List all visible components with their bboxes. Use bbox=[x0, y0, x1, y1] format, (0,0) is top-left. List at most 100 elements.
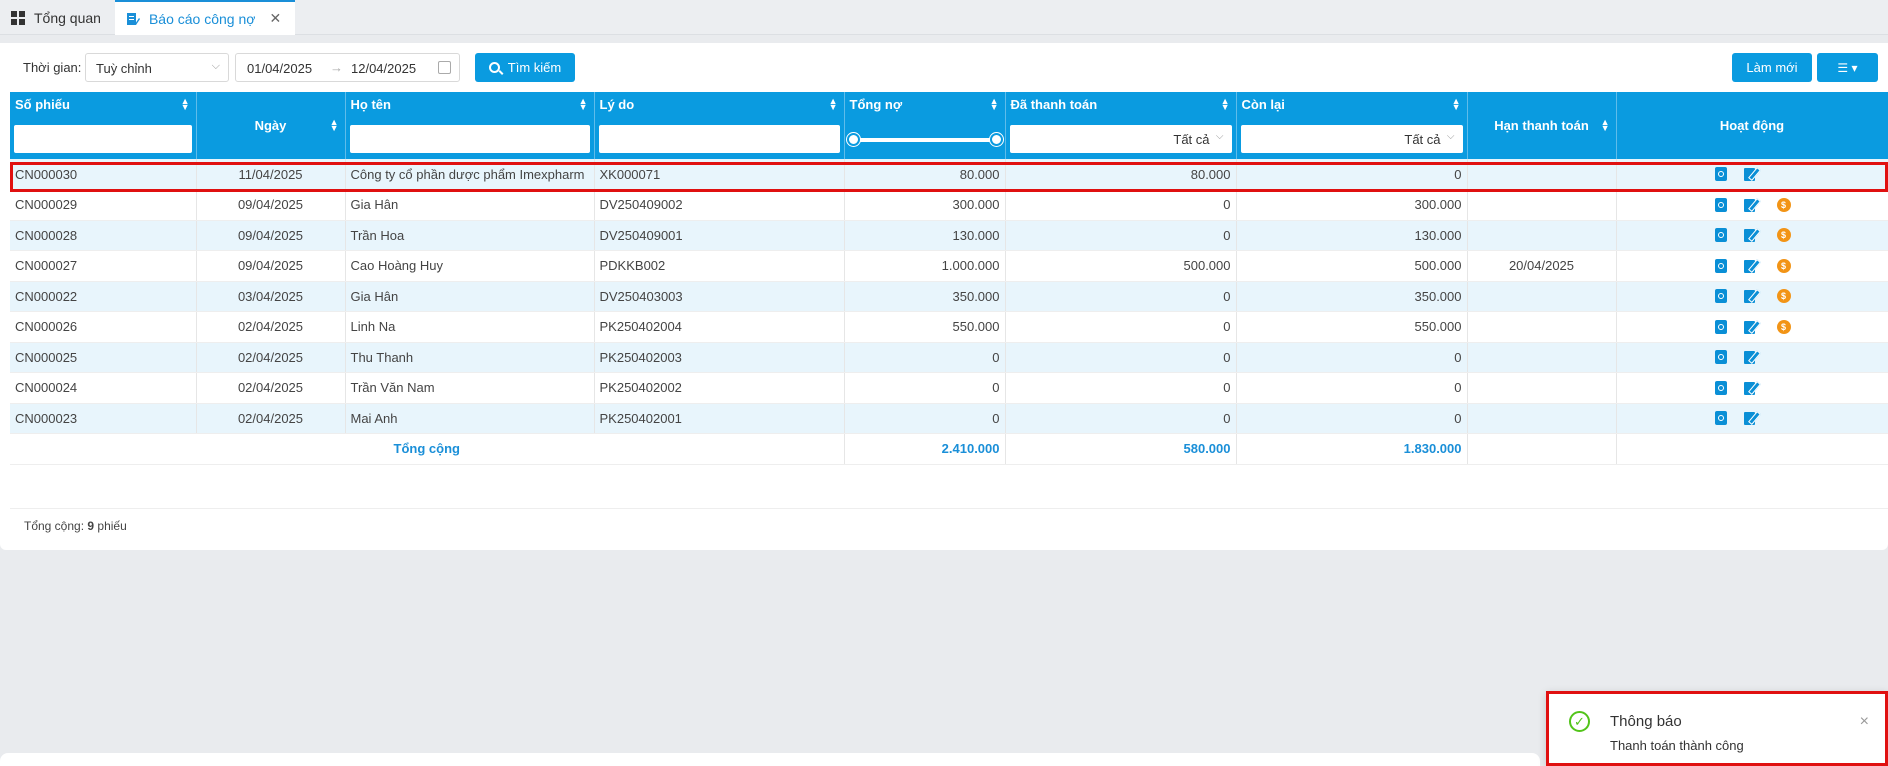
cell-tong-no: 300.000 bbox=[844, 189, 1006, 221]
total-row: Tổng cộng 2.410.000 580.000 1.830.000 bbox=[10, 433, 1888, 465]
col-ho-ten[interactable]: Họ tên ▲ ▼ bbox=[345, 92, 595, 159]
cell-han bbox=[1467, 281, 1617, 312]
close-icon[interactable]: × bbox=[1860, 713, 1869, 731]
search-button[interactable]: Tìm kiếm bbox=[475, 53, 575, 82]
slider-min-handle[interactable] bbox=[846, 133, 860, 146]
table-row[interactable]: CN000022 03/04/2025 Gia Hân DV250403003 350.… bbox=[10, 281, 1888, 312]
refresh-button[interactable]: Làm mới bbox=[1732, 53, 1812, 82]
sort-icon[interactable]: ▲ ▼ bbox=[330, 118, 339, 133]
tong-no-range-slider[interactable] bbox=[846, 133, 1003, 146]
col-tong-no[interactable]: Tổng nợ ▲ ▼ bbox=[844, 92, 1006, 159]
col-hoat-dong-label: Hoạt động bbox=[1719, 118, 1785, 133]
view-detail-icon[interactable] bbox=[1714, 319, 1727, 334]
cell-ngay: 02/04/2025 bbox=[196, 403, 346, 434]
ly-do-filter-input[interactable] bbox=[598, 125, 840, 153]
col-han-thanh-toan[interactable]: Hạn thanh toán ▲ ▼ bbox=[1467, 92, 1617, 159]
list-icon: ☰ bbox=[1837, 60, 1849, 75]
total-label: Tổng cộng bbox=[10, 433, 845, 465]
table-row[interactable]: CN000029 09/04/2025 Gia Hân DV250409002 300.… bbox=[10, 189, 1888, 221]
edit-icon[interactable] bbox=[1743, 289, 1760, 304]
slider-max-handle[interactable] bbox=[989, 133, 1003, 146]
cell-ho-ten: Linh Na bbox=[345, 311, 595, 343]
cell-ngay: 11/04/2025 bbox=[196, 159, 346, 190]
view-detail-icon[interactable] bbox=[1714, 258, 1727, 273]
col-da-thanh-toan[interactable]: Đã thanh toán ▲ ▼ Tất cả ⌵ bbox=[1005, 92, 1237, 159]
col-con-lai[interactable]: Còn lại ▲ ▼ Tất cả ⌵ bbox=[1236, 92, 1468, 159]
view-detail-icon[interactable] bbox=[1714, 380, 1727, 395]
col-han-thanh-toan-label: Hạn thanh toán bbox=[1494, 118, 1589, 133]
edit-icon[interactable] bbox=[1743, 381, 1760, 395]
cell-so-phieu: CN000029 bbox=[10, 189, 197, 221]
table-row[interactable]: CN000025 02/04/2025 Thu Thanh PK250402003 0 0… bbox=[10, 342, 1888, 373]
table-row[interactable]: CN000026 02/04/2025 Linh Na PK250402004 550.… bbox=[10, 311, 1888, 343]
cell-da-thanh-toan: 0 bbox=[1005, 342, 1237, 373]
column-settings-button[interactable]: ☰ ▾ bbox=[1817, 53, 1878, 82]
tab-overview[interactable]: Tổng quan bbox=[0, 0, 115, 35]
debt-table: Số phiếu ▲ ▼ Ngày ▲ ▼ Họ tên ▲ ▼ Lý do ▲ ▼ bbox=[10, 92, 1888, 465]
col-ly-do[interactable]: Lý do ▲ ▼ bbox=[594, 92, 845, 159]
row-actions bbox=[1622, 167, 1883, 181]
cell-actions bbox=[1616, 342, 1888, 373]
report-panel: Thời gian: Tuỳ chỉnh ⌵ 01/04/2025 → 12/0… bbox=[0, 43, 1888, 550]
edit-icon[interactable] bbox=[1743, 167, 1760, 181]
cell-con-lai: 550.000 bbox=[1236, 311, 1468, 343]
edit-icon[interactable] bbox=[1743, 259, 1760, 273]
ho-ten-filter-input[interactable] bbox=[349, 125, 590, 153]
date-from[interactable]: 01/04/2025 bbox=[247, 61, 312, 76]
row-actions bbox=[1622, 350, 1883, 365]
col-ngay[interactable]: Ngày ▲ ▼ bbox=[196, 92, 346, 159]
edit-icon[interactable] bbox=[1743, 228, 1760, 243]
filter-select-value: Tất cả bbox=[1404, 132, 1441, 147]
summary-prefix: Tổng cộng: bbox=[24, 519, 85, 533]
payment-icon[interactable]: $ bbox=[1776, 258, 1791, 273]
so-phieu-filter-input[interactable] bbox=[14, 125, 192, 153]
cell-ly-do: PK250402003 bbox=[594, 342, 845, 373]
payment-icon[interactable]: $ bbox=[1776, 289, 1791, 304]
table-row[interactable]: CN000030 11/04/2025 Công ty cổ phần dược p… bbox=[10, 159, 1888, 190]
sort-icon[interactable]: ▲ ▼ bbox=[181, 97, 190, 112]
sort-icon[interactable]: ▲ ▼ bbox=[579, 97, 588, 112]
payment-icon[interactable]: $ bbox=[1776, 197, 1791, 212]
date-range-picker[interactable]: 01/04/2025 → 12/04/2025 bbox=[235, 53, 460, 82]
cell-da-thanh-toan: 0 bbox=[1005, 372, 1237, 404]
da-thanh-toan-filter-select[interactable]: Tất cả ⌵ bbox=[1009, 125, 1232, 153]
edit-icon[interactable] bbox=[1743, 198, 1760, 212]
view-detail-icon[interactable] bbox=[1714, 411, 1727, 426]
cell-da-thanh-toan: 80.000 bbox=[1005, 159, 1237, 190]
time-select[interactable]: Tuỳ chỉnh ⌵ bbox=[85, 53, 229, 82]
table-row[interactable]: CN000023 02/04/2025 Mai Anh PK250402001 0 0 0 bbox=[10, 403, 1888, 434]
sort-icon[interactable]: ▲ ▼ bbox=[1221, 97, 1230, 112]
edit-icon[interactable] bbox=[1743, 411, 1760, 426]
cell-con-lai: 0 bbox=[1236, 342, 1468, 373]
date-to[interactable]: 12/04/2025 bbox=[351, 61, 416, 76]
con-lai-filter-select[interactable]: Tất cả ⌵ bbox=[1240, 125, 1463, 153]
col-so-phieu[interactable]: Số phiếu ▲ ▼ bbox=[10, 92, 197, 159]
close-icon[interactable]: ✕ bbox=[269, 10, 281, 27]
calendar-icon[interactable] bbox=[438, 61, 451, 74]
table-row[interactable]: CN000024 02/04/2025 Trần Văn Nam PK25040200… bbox=[10, 372, 1888, 404]
view-detail-icon[interactable] bbox=[1714, 167, 1727, 181]
sort-icon[interactable]: ▲ ▼ bbox=[1601, 118, 1610, 133]
edit-icon[interactable] bbox=[1743, 350, 1760, 365]
table-row[interactable]: CN000028 09/04/2025 Trần Hoa DV250409001 130… bbox=[10, 220, 1888, 251]
cell-da-thanh-toan: 500.000 bbox=[1005, 250, 1237, 282]
sort-icon[interactable]: ▲ ▼ bbox=[829, 97, 838, 112]
notification-toast: ✓ Thông báo Thanh toán thành công × bbox=[1546, 691, 1888, 766]
cell-actions: $ bbox=[1616, 189, 1888, 221]
edit-icon[interactable] bbox=[1743, 320, 1760, 334]
row-actions: $ bbox=[1622, 319, 1883, 334]
tab-debt-report[interactable]: Báo cáo công nợ ✕ bbox=[114, 0, 296, 35]
view-detail-icon[interactable] bbox=[1714, 197, 1727, 212]
view-detail-icon[interactable] bbox=[1714, 350, 1727, 365]
cell-da-thanh-toan: 0 bbox=[1005, 189, 1237, 221]
chevron-down-icon: ⌵ bbox=[1446, 131, 1455, 142]
total-empty bbox=[1467, 433, 1617, 465]
table-row[interactable]: CN000027 09/04/2025 Cao Hoàng Huy PDKKB002 1… bbox=[10, 250, 1888, 282]
view-detail-icon[interactable] bbox=[1714, 228, 1727, 243]
view-detail-icon[interactable] bbox=[1714, 289, 1727, 304]
sort-icon[interactable]: ▲ ▼ bbox=[1452, 97, 1461, 112]
payment-icon[interactable]: $ bbox=[1776, 228, 1791, 243]
sort-icon[interactable]: ▲ ▼ bbox=[990, 97, 999, 112]
tab-debt-report-label: Báo cáo công nợ bbox=[148, 10, 256, 27]
payment-icon[interactable]: $ bbox=[1776, 319, 1791, 334]
